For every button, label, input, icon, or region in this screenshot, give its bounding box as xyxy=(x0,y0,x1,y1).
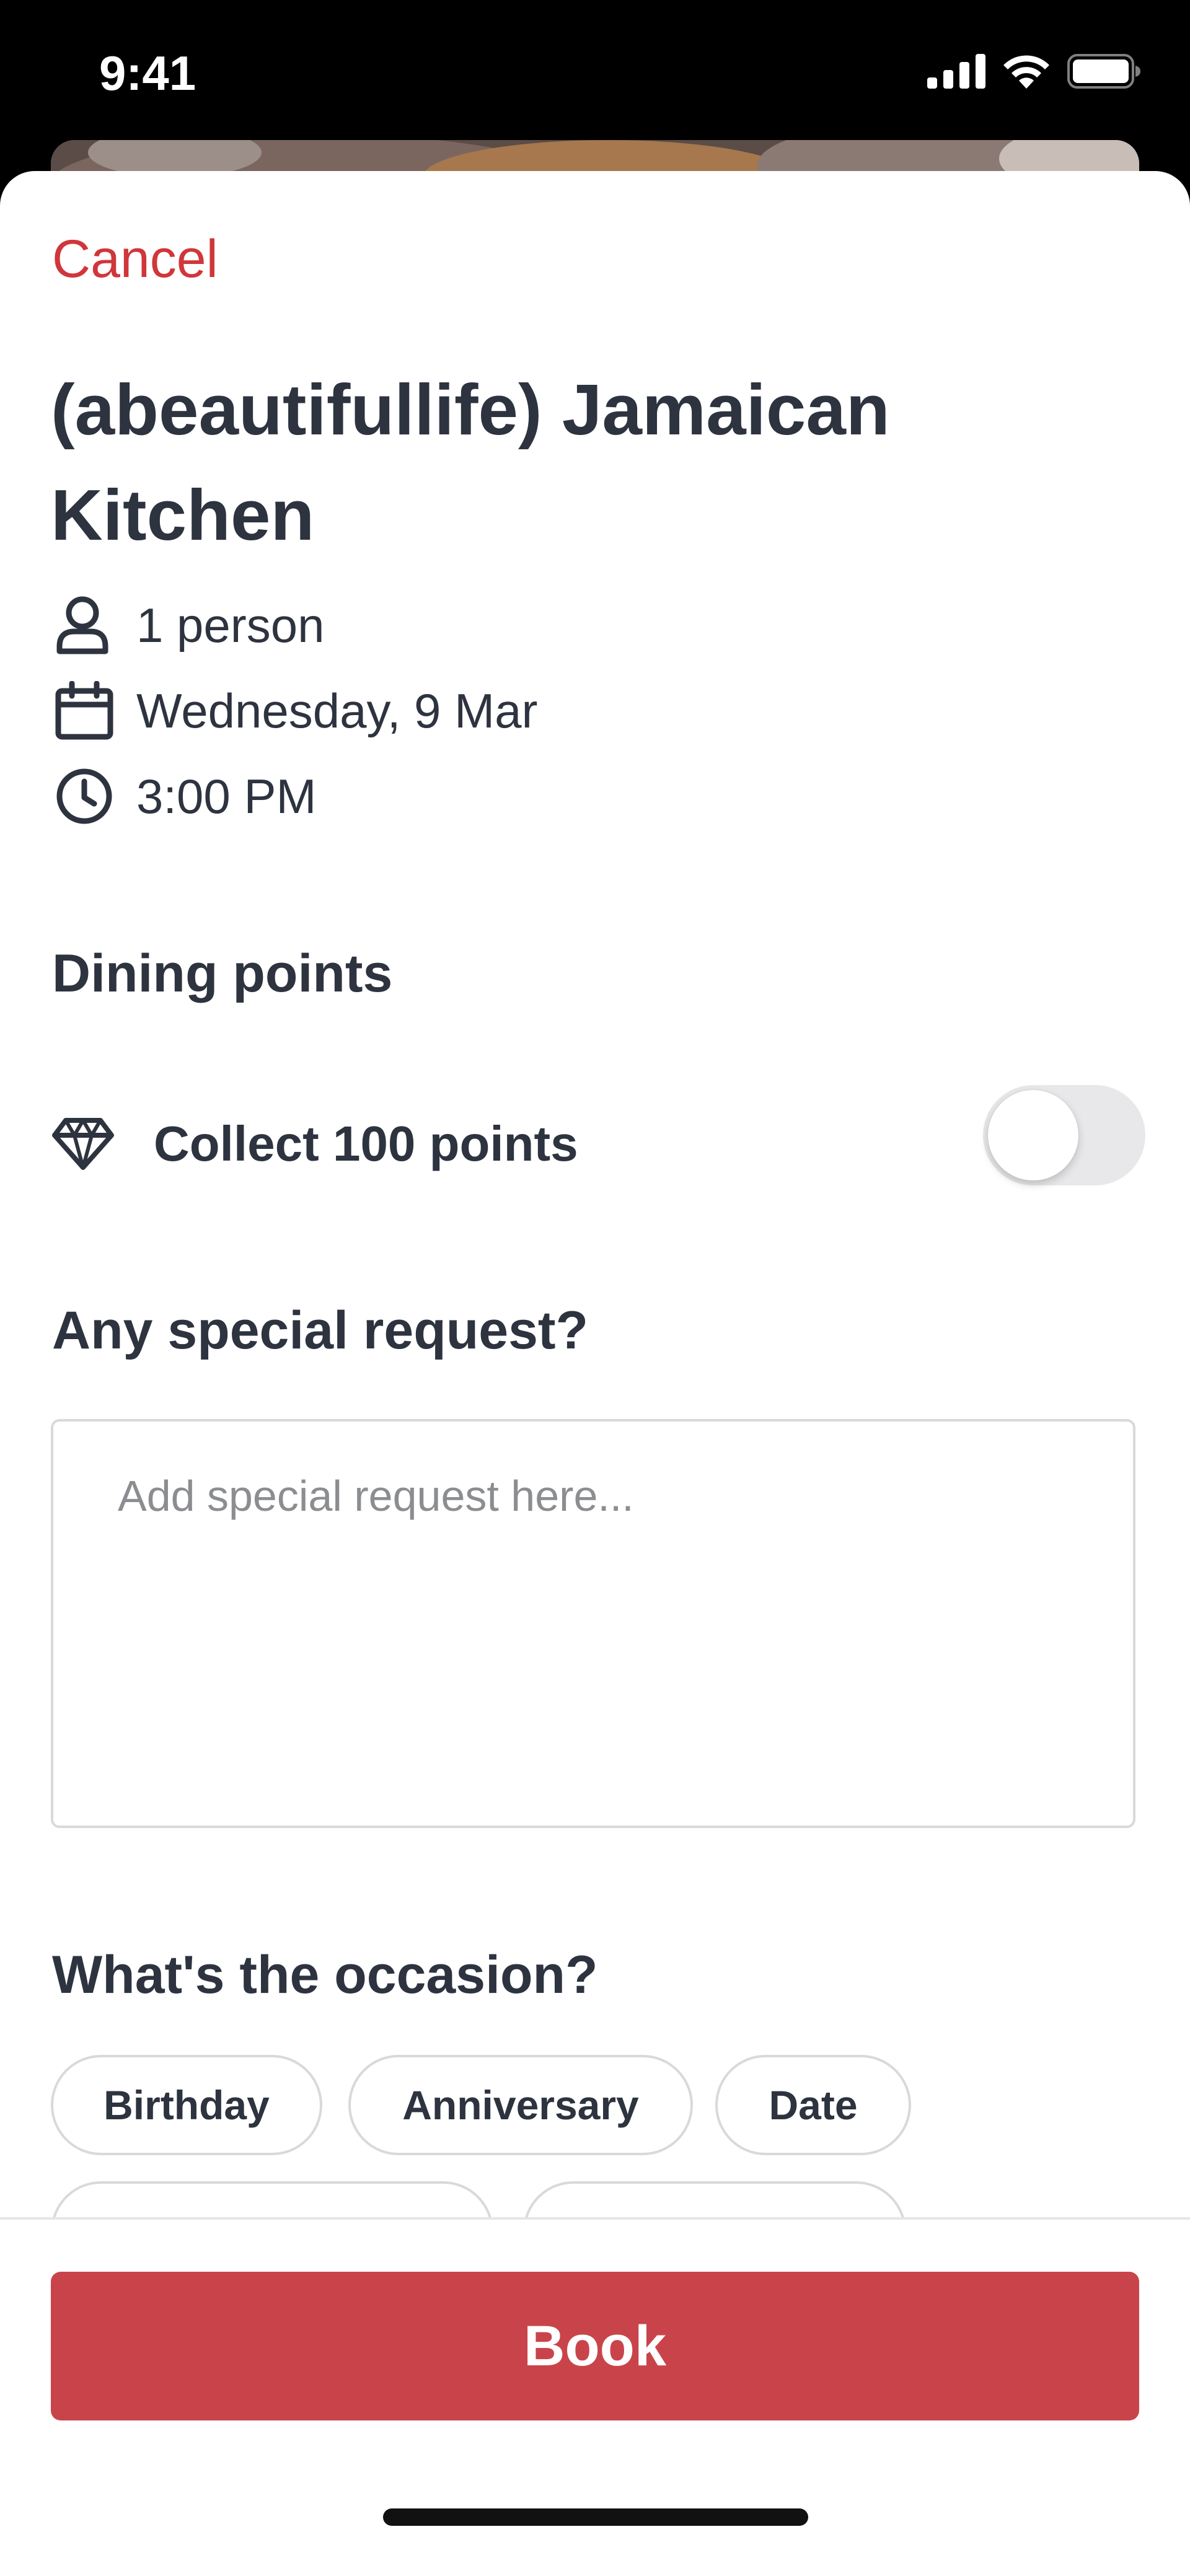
collect-points-label: Collect 100 points xyxy=(154,1116,578,1171)
party-size-row: 1 person xyxy=(55,591,325,659)
clock-icon xyxy=(55,762,123,830)
date-row: Wednesday, 9 Mar xyxy=(55,677,537,745)
cellular-signal-icon xyxy=(927,53,985,92)
calendar-icon xyxy=(55,677,123,745)
home-indicator xyxy=(383,2508,808,2526)
occasion-heading: What's the occasion? xyxy=(52,1945,598,2005)
occasion-chip-anniversary[interactable]: Anniversary xyxy=(348,2055,693,2155)
wifi-icon xyxy=(1002,53,1051,93)
toggle-knob xyxy=(988,1090,1078,1180)
special-request-input[interactable] xyxy=(51,1419,1135,1828)
footer-bar: Book xyxy=(0,2217,1190,2576)
dining-points-heading: Dining points xyxy=(52,944,393,1003)
time-text: 3:00 PM xyxy=(136,768,317,824)
occasion-chip-date[interactable]: Date xyxy=(715,2055,911,2155)
date-text: Wednesday, 9 Mar xyxy=(136,683,538,738)
cancel-button[interactable]: Cancel xyxy=(52,228,218,290)
battery-icon xyxy=(1067,53,1142,92)
party-size-text: 1 person xyxy=(136,597,325,653)
occasion-chip-birthday[interactable]: Birthday xyxy=(51,2055,322,2155)
diamond-icon xyxy=(52,1107,126,1181)
special-request-heading: Any special request? xyxy=(52,1301,589,1360)
time-row: 3:00 PM xyxy=(55,762,316,830)
book-button[interactable]: Book xyxy=(51,2272,1139,2420)
person-icon xyxy=(55,591,123,659)
collect-points-toggle[interactable] xyxy=(983,1085,1145,1185)
restaurant-name: (abeautifullife) Jamaican Kitchen xyxy=(51,369,890,555)
status-time: 9:41 xyxy=(99,46,196,100)
booking-sheet: Cancel (abeautifullife) Jamaican Kitchen… xyxy=(0,171,1190,2576)
status-icons xyxy=(927,51,1142,94)
